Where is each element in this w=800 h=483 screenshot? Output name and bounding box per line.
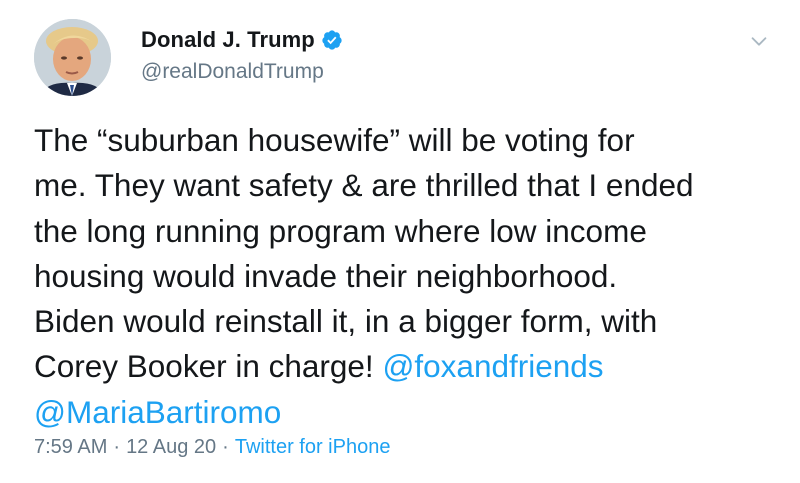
author-name-row[interactable]: Donald J. Trump — [141, 27, 343, 53]
tweet-line: The “suburban housewife” will be voting … — [34, 122, 635, 158]
mention-link-foxandfriends[interactable]: @foxandfriends — [382, 348, 603, 384]
display-name[interactable]: Donald J. Trump — [141, 27, 315, 53]
meta-separator: · — [113, 436, 121, 458]
tweet-line-mention: @MariaBartiromo — [34, 390, 784, 435]
tweet-line: housing would invade their neighborhood. — [34, 257, 618, 294]
author-handle[interactable]: @realDonaldTrump — [141, 60, 324, 84]
chevron-down-icon[interactable] — [748, 30, 770, 52]
tweet-date[interactable]: 12 Aug 20 — [126, 436, 216, 458]
tweet-line: me. They want safety & are thrilled that… — [34, 167, 694, 204]
tweet-line: Biden would reinstall it, in a bigger fo… — [34, 303, 658, 340]
verified-badge-icon — [322, 30, 342, 50]
tweet-text: The “suburban housewife” will be voting … — [34, 118, 784, 435]
tweet-line: the long running program where low incom… — [34, 212, 647, 249]
avatar-image — [34, 19, 111, 96]
tweet-card: Donald J. Trump @realDonaldTrump The “su… — [0, 0, 800, 483]
mention-link-mariabartiromo[interactable]: @MariaBartiromo — [34, 394, 281, 430]
tweet-source[interactable]: Twitter for iPhone — [235, 436, 391, 458]
tweet-line-with-mention: Corey Booker in charge! @foxandfriends — [34, 344, 784, 389]
tweet-time[interactable]: 7:59 AM — [34, 436, 107, 458]
avatar[interactable] — [34, 19, 111, 96]
meta-separator: · — [222, 436, 229, 458]
tweet-meta: 7:59 AM · 12 Aug 20 · Twitter for iPhone — [34, 436, 390, 459]
tweet-line: Corey Booker in charge! — [34, 348, 383, 385]
